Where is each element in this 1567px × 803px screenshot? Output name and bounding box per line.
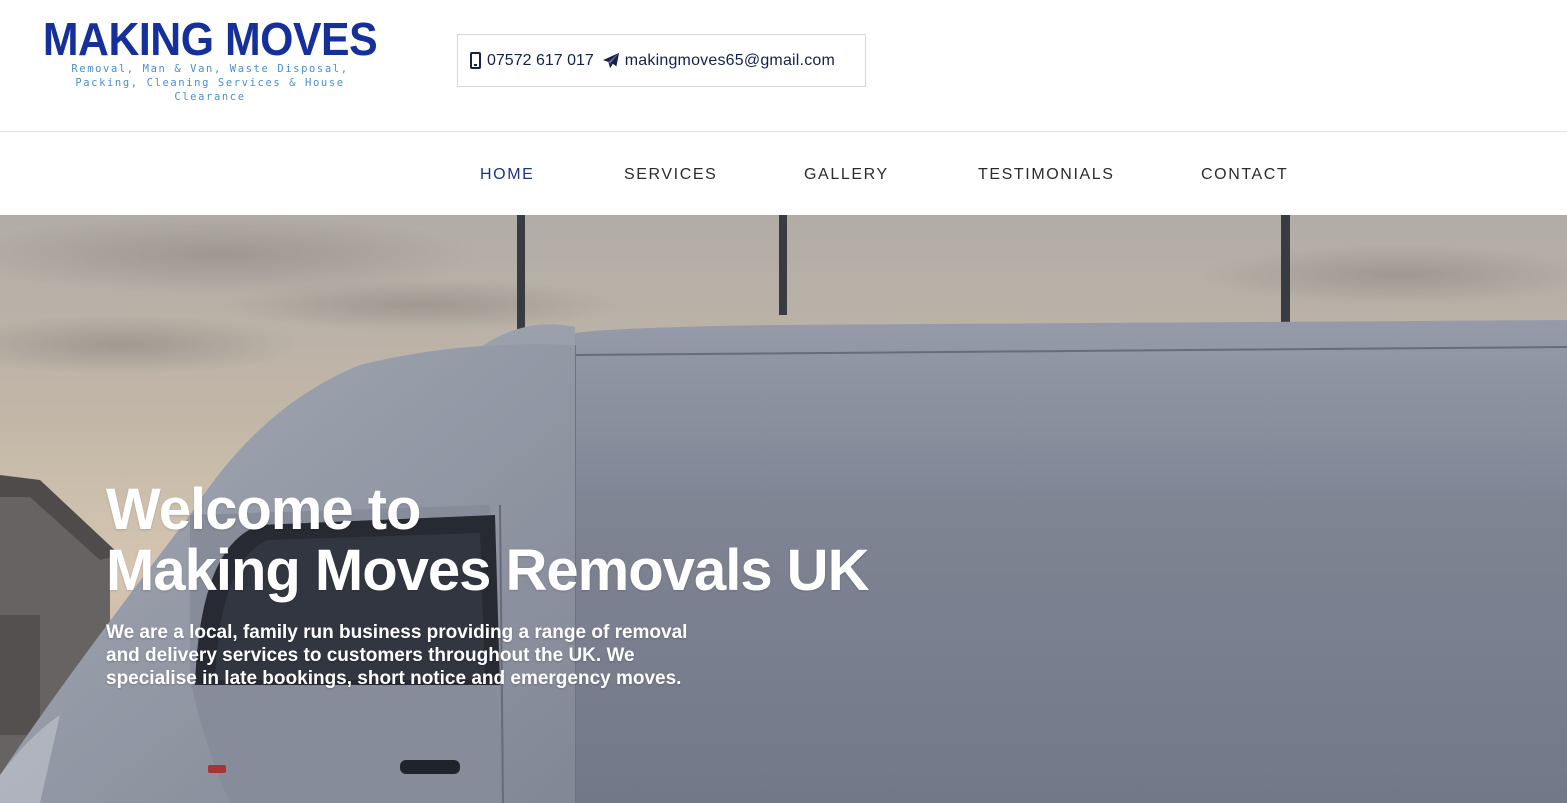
site-header: MAKING MOVES Removal, Man & Van, Waste D… (0, 0, 1567, 132)
nav-item-gallery[interactable]: GALLERY (804, 166, 889, 184)
hero-description: We are a local, family run business prov… (106, 622, 688, 689)
phone-number: 07572 617 017 (487, 51, 594, 69)
nav-item-testimonials[interactable]: TESTIMONIALS (978, 166, 1115, 184)
phone-link[interactable]: 07572 617 017 (470, 52, 594, 70)
nav-item-home[interactable]: HOME (480, 166, 534, 184)
hero-title-line-1: Welcome to (106, 477, 421, 542)
nav-item-services[interactable]: SERVICES (624, 166, 717, 184)
mobile-phone-icon (470, 52, 481, 69)
nav-item-contact[interactable]: CONTACT (1201, 166, 1288, 184)
logo-title: MAKING MOVES (42, 13, 378, 65)
site-logo[interactable]: MAKING MOVES Removal, Man & Van, Waste D… (30, 16, 390, 104)
hero-title: Welcome to Making Moves Removals UK (106, 477, 869, 603)
hero-title-line-2: Making Moves Removals UK (106, 538, 869, 603)
hero-banner: Welcome to Making Moves Removals UK We a… (0, 215, 1567, 803)
email-address: makingmoves65@gmail.com (624, 51, 836, 69)
logo-tagline: Removal, Man & Van, Waste Disposal, Pack… (71, 63, 349, 103)
email-link[interactable]: makingmoves65@gmail.com (594, 52, 835, 70)
paper-plane-icon (602, 52, 619, 68)
main-nav: HOME SERVICES GALLERY TESTIMONIALS CONTA… (0, 133, 1567, 215)
contact-info-box: 07572 617 017 makingmoves65@gmail.com (457, 34, 866, 87)
